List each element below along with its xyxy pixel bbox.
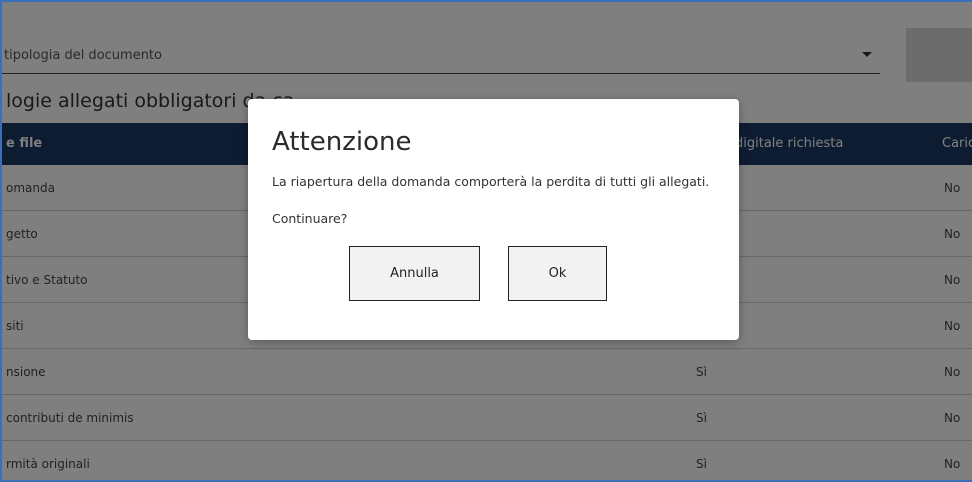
- confirmation-dialog: Attenzione La riapertura della domanda c…: [248, 99, 739, 340]
- ok-button[interactable]: Ok: [508, 246, 607, 301]
- page-frame: tipologia del documento logie allegati o…: [0, 0, 972, 482]
- dialog-message: La riapertura della domanda comporterà l…: [272, 174, 710, 189]
- cancel-button[interactable]: Annulla: [349, 246, 480, 301]
- dialog-question: Continuare?: [272, 211, 348, 226]
- dialog-title: Attenzione: [272, 127, 412, 157]
